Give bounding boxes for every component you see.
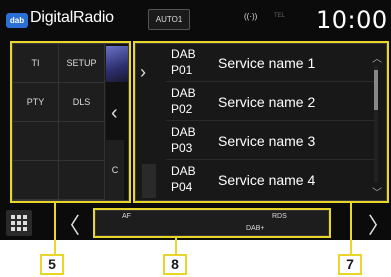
next-page-icon[interactable]: 〉 [368, 208, 390, 240]
leader-line [54, 203, 56, 254]
callout-5: 5 [40, 254, 64, 275]
tel-label: TEL [274, 13, 286, 19]
app-title: DigitalRadio [30, 9, 114, 26]
clock: 10:00 [316, 6, 388, 34]
previous-page-icon[interactable]: 〈 [58, 208, 80, 240]
dab-logo-icon: dab [6, 13, 28, 28]
menu-grid-icon[interactable] [6, 210, 32, 236]
leader-line [350, 203, 352, 254]
highlight-box-left [10, 41, 131, 203]
callout-8: 8 [163, 254, 187, 275]
callout-7: 7 [338, 254, 362, 275]
header: dab DigitalRadio AUTO1 ((·)) TEL 10:00 [0, 0, 391, 40]
highlight-box-right [133, 41, 389, 203]
leader-line [175, 238, 177, 254]
signal-icon: ((·)) [244, 12, 258, 21]
auto-source-button[interactable]: AUTO1 [148, 9, 190, 30]
highlight-box-bottom [93, 208, 331, 238]
